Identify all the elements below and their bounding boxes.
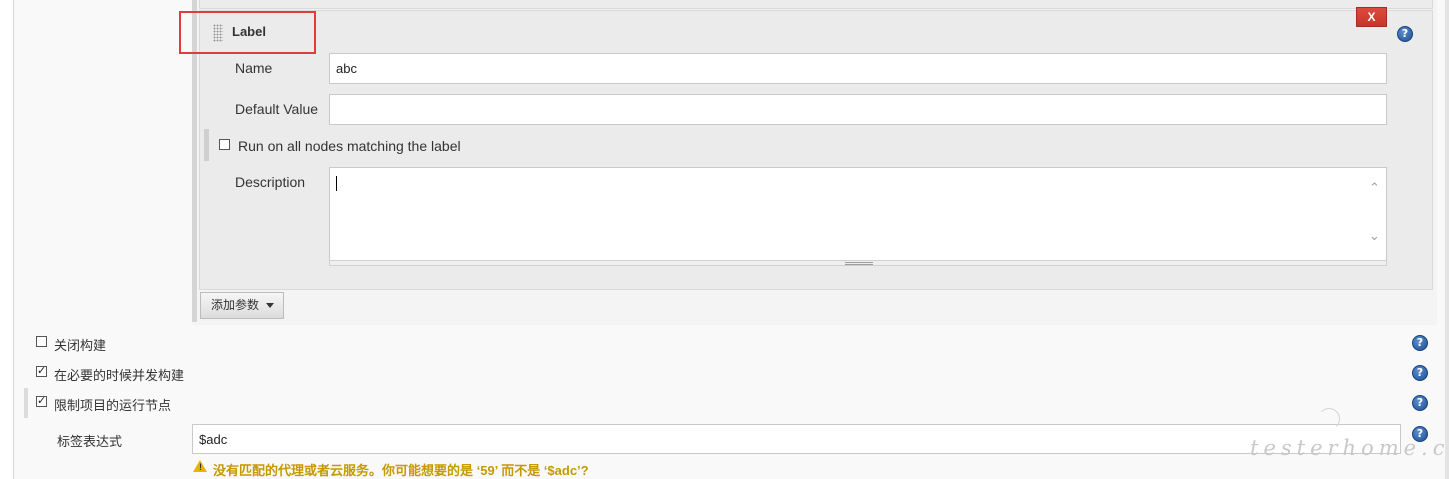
restrict-node-label: 限制项目的运行节点: [54, 398, 172, 413]
scroll-down-icon[interactable]: ⌄: [1369, 228, 1380, 244]
concurrent-build-label: 在必要的时候并发构建: [54, 368, 185, 383]
name-label: Name: [235, 60, 273, 76]
description-label: Description: [235, 174, 306, 190]
restrict-node-checkbox[interactable]: ✓: [36, 396, 47, 407]
help-icon[interactable]: ?: [1412, 335, 1428, 351]
delete-parameter-button[interactable]: X: [1356, 7, 1387, 27]
run-all-nodes-label: Run on all nodes matching the label: [238, 138, 461, 154]
option-indent-bar: [24, 388, 28, 418]
add-parameter-label: 添加参数: [211, 298, 260, 312]
checkbox-indent-bar: [204, 129, 209, 161]
dropdown-caret-icon: [266, 303, 274, 308]
help-icon[interactable]: ?: [1412, 365, 1428, 381]
help-icon[interactable]: ?: [1412, 395, 1428, 411]
default-value-label: Default Value: [235, 101, 319, 117]
disable-build-checkbox[interactable]: [36, 336, 47, 347]
label-expression-label: 标签表达式: [57, 434, 123, 449]
page-edge: [1445, 0, 1449, 479]
disable-build-label: 关闭构建: [54, 338, 107, 353]
default-value-input[interactable]: [329, 94, 1387, 125]
help-icon[interactable]: ?: [1397, 26, 1413, 42]
scroll-up-icon[interactable]: ⌃: [1369, 180, 1380, 196]
text-cursor: [336, 176, 337, 191]
name-input[interactable]: [329, 53, 1387, 84]
run-all-nodes-checkbox[interactable]: [219, 139, 230, 150]
resize-grip-icon[interactable]: [845, 262, 873, 265]
watermark-swirl: [1318, 408, 1340, 430]
previous-parameter-block: [199, 0, 1433, 9]
highlight-annotation: [179, 11, 316, 54]
label-expression-input[interactable]: [192, 424, 1401, 454]
warning-message: 没有匹配的代理或者云服务。你可能想要的是 ‘59’ 而不是 ‘$adc’?: [213, 463, 589, 478]
description-textarea[interactable]: [329, 167, 1387, 266]
warning-exclamation: !: [199, 462, 202, 472]
watermark: testerhome.com: [1250, 436, 1449, 460]
concurrent-build-checkbox[interactable]: ✓: [36, 366, 47, 377]
